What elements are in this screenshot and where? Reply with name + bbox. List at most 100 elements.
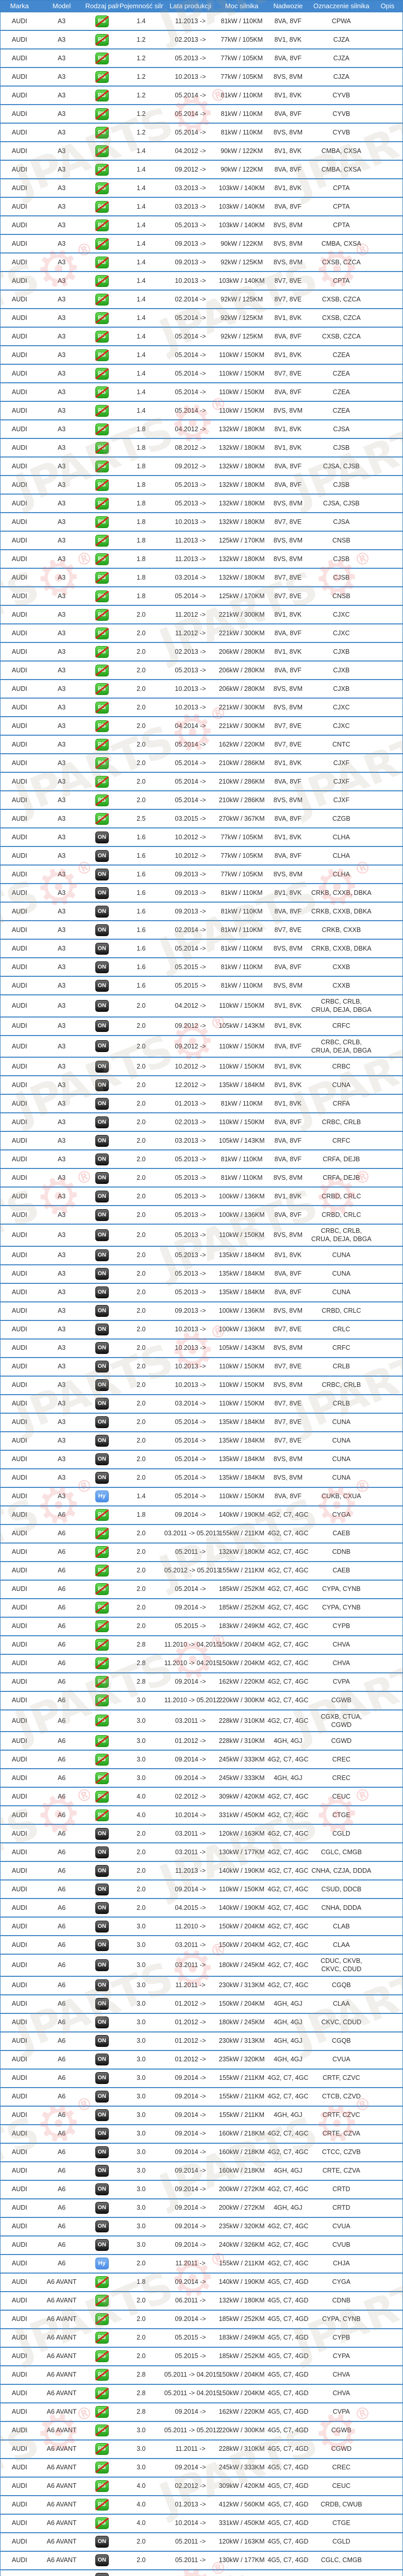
cell-rodzaj-paliwa: PB bbox=[85, 1598, 119, 1617]
cell-opis bbox=[372, 2346, 403, 2366]
cell-lata-produkcji: 09.2014 -> bbox=[163, 1750, 218, 1769]
cell-moc-silnika: 235kW / 320KM bbox=[217, 2216, 266, 2236]
cell-lata-produkcji: 05.2011 -> bbox=[163, 2550, 218, 2570]
cell-opis bbox=[372, 846, 403, 865]
red-slash-icon bbox=[95, 1509, 109, 1521]
cell-oznaczenie-silnika: CYVB bbox=[310, 123, 373, 142]
petrol-fuel-icon: PB bbox=[95, 460, 109, 472]
cell-marka: AUDI bbox=[0, 290, 39, 309]
cell-oznaczenie-silnika: CJXF bbox=[310, 790, 373, 809]
cell-moc-silnika: 150kW / 204KM bbox=[217, 1935, 266, 1954]
cell-oznaczenie-silnika: CEUC bbox=[310, 2476, 373, 2496]
cell-marka: AUDI bbox=[0, 2402, 39, 2421]
cell-model: A3 bbox=[38, 623, 85, 642]
cell-oznaczenie-silnika: CREC bbox=[310, 1750, 373, 1769]
cell-oznaczenie-silnika: CPTA bbox=[310, 215, 373, 234]
diesel-fuel-icon: ON bbox=[95, 2165, 109, 2177]
cell-pojemnosc-silnika: 2.0 bbox=[119, 1187, 163, 1206]
cell-oznaczenie-silnika: CJSB bbox=[310, 549, 373, 568]
cell-oznaczenie-silnika: CYPB bbox=[310, 1616, 373, 1636]
cell-oznaczenie-silnika: CHVA bbox=[310, 1653, 373, 1673]
cell-moc-silnika: 230kW / 313KM bbox=[217, 1975, 266, 1995]
petrol-fuel-icon: PB bbox=[95, 497, 109, 510]
cell-oznaczenie-silnika: CJXC bbox=[310, 605, 373, 624]
table-row: AUDIA6 AVANTPB4.010.2014 ->331kW / 450KM… bbox=[0, 2513, 403, 2533]
cell-model: A3 bbox=[38, 271, 85, 290]
cell-model: A3 bbox=[38, 104, 85, 123]
cell-marka: AUDI bbox=[0, 1301, 39, 1320]
cell-marka: AUDI bbox=[0, 1731, 39, 1750]
cell-marka: AUDI bbox=[0, 1449, 39, 1469]
cell-marka: AUDI bbox=[0, 1653, 39, 1673]
diesel-fuel-icon: ON bbox=[95, 1379, 109, 1391]
cell-lata-produkcji: 05.2013 -> bbox=[163, 215, 218, 234]
diesel-fuel-icon: ON bbox=[95, 1286, 109, 1298]
cell-nadwozie: 8V7, 8VE bbox=[265, 1357, 310, 1376]
red-slash-icon bbox=[95, 683, 109, 695]
cell-opis bbox=[372, 1879, 403, 1899]
cell-opis bbox=[372, 2049, 403, 2069]
cell-rodzaj-paliwa: PB bbox=[85, 382, 119, 401]
cell-marka: AUDI bbox=[0, 1579, 39, 1599]
cell-model: A6 AVANT bbox=[38, 2365, 85, 2384]
cell-moc-silnika: 81kW / 110KM bbox=[217, 11, 266, 30]
cell-moc-silnika: 135kW / 184KM bbox=[217, 1412, 266, 1432]
cell-moc-silnika: 200kW / 272KM bbox=[217, 2198, 266, 2217]
cell-oznaczenie-silnika: CRFC bbox=[310, 1016, 373, 1036]
cell-oznaczenie-silnika: CJSA bbox=[310, 419, 373, 438]
cell-pojemnosc-silnika: 1.8 bbox=[119, 1505, 163, 1524]
cell-moc-silnika: 160kW / 218KM bbox=[217, 2161, 266, 2180]
cell-rodzaj-paliwa: ON bbox=[85, 1016, 119, 1036]
cell-marka: AUDI bbox=[0, 382, 39, 401]
cell-model: A6 bbox=[38, 2253, 85, 2273]
cell-opis bbox=[372, 1672, 403, 1691]
petrol-fuel-icon: PB bbox=[95, 1657, 109, 1669]
cell-model: A3 bbox=[38, 11, 85, 30]
cell-nadwozie: 8V7, 8VE bbox=[265, 1431, 310, 1450]
cell-pojemnosc-silnika: 2.0 bbox=[119, 2346, 163, 2366]
cell-lata-produkcji: 11.2010 -> bbox=[163, 1917, 218, 1936]
cell-oznaczenie-silnika: CPTA bbox=[310, 271, 373, 290]
petrol-fuel-icon: PB bbox=[95, 1735, 109, 1747]
cell-moc-silnika: 100kW / 136KM bbox=[217, 1205, 266, 1224]
table-row: AUDIA3PB1.405.2014 ->110kW / 150KM8V7, 8… bbox=[0, 364, 403, 383]
cell-opis bbox=[372, 30, 403, 49]
cell-rodzaj-paliwa: ON bbox=[85, 1035, 119, 1057]
cell-marka: AUDI bbox=[0, 2291, 39, 2310]
cell-pojemnosc-silnika: 1.8 bbox=[119, 438, 163, 457]
cell-opis bbox=[372, 1709, 403, 1732]
cell-oznaczenie-silnika: CDNB bbox=[310, 1542, 373, 1562]
cell-pojemnosc-silnika: 2.0 bbox=[119, 2253, 163, 2273]
cell-lata-produkcji: 11.2011 -> bbox=[163, 1975, 218, 1995]
cell-opis bbox=[372, 512, 403, 531]
cell-rodzaj-paliwa: PB bbox=[85, 1750, 119, 1769]
cell-oznaczenie-silnika: CRTF, CZVC bbox=[310, 2105, 373, 2125]
red-slash-icon bbox=[95, 1602, 109, 1614]
petrol-fuel-icon: PB bbox=[95, 349, 109, 361]
red-slash-icon bbox=[95, 775, 109, 788]
cell-moc-silnika: 140kW / 190KM bbox=[217, 2569, 266, 2576]
cell-model: A3 bbox=[38, 660, 85, 680]
cell-opis bbox=[372, 2365, 403, 2384]
cell-moc-silnika: 110kW / 150KM bbox=[217, 1486, 266, 1506]
cell-opis bbox=[372, 1975, 403, 1995]
table-row: AUDIA3PB2.010.2013 ->221kW / 300KM8VS, 8… bbox=[0, 698, 403, 717]
diesel-fuel-icon: ON bbox=[95, 1305, 109, 1317]
cell-lata-produkcji: 09.2014 -> bbox=[163, 1879, 218, 1899]
cell-rodzaj-paliwa: PB bbox=[85, 512, 119, 531]
cell-opis bbox=[372, 1468, 403, 1487]
cell-nadwozie: 8VS, 8VM bbox=[265, 1449, 310, 1469]
cell-marka: AUDI bbox=[0, 1824, 39, 1843]
petrol-fuel-icon: PB bbox=[95, 52, 109, 64]
petrol-fuel-icon: PB bbox=[95, 182, 109, 194]
cell-opis bbox=[372, 48, 403, 67]
cell-nadwozie: 8VS, 8VM bbox=[265, 401, 310, 420]
red-slash-icon bbox=[95, 720, 109, 732]
cell-moc-silnika: 110kW / 150KM bbox=[217, 1224, 266, 1246]
table-row: AUDIA3PB1.405.2014 ->110kW / 150KM8V1, 8… bbox=[0, 345, 403, 364]
cell-nadwozie: 4G2, C7, 4GC bbox=[265, 1954, 310, 1976]
cell-pojemnosc-silnika: 2.8 bbox=[119, 1653, 163, 1673]
cell-marka: AUDI bbox=[0, 976, 39, 995]
diesel-fuel-icon: ON bbox=[95, 924, 109, 936]
cell-model: A6 bbox=[38, 2105, 85, 2125]
